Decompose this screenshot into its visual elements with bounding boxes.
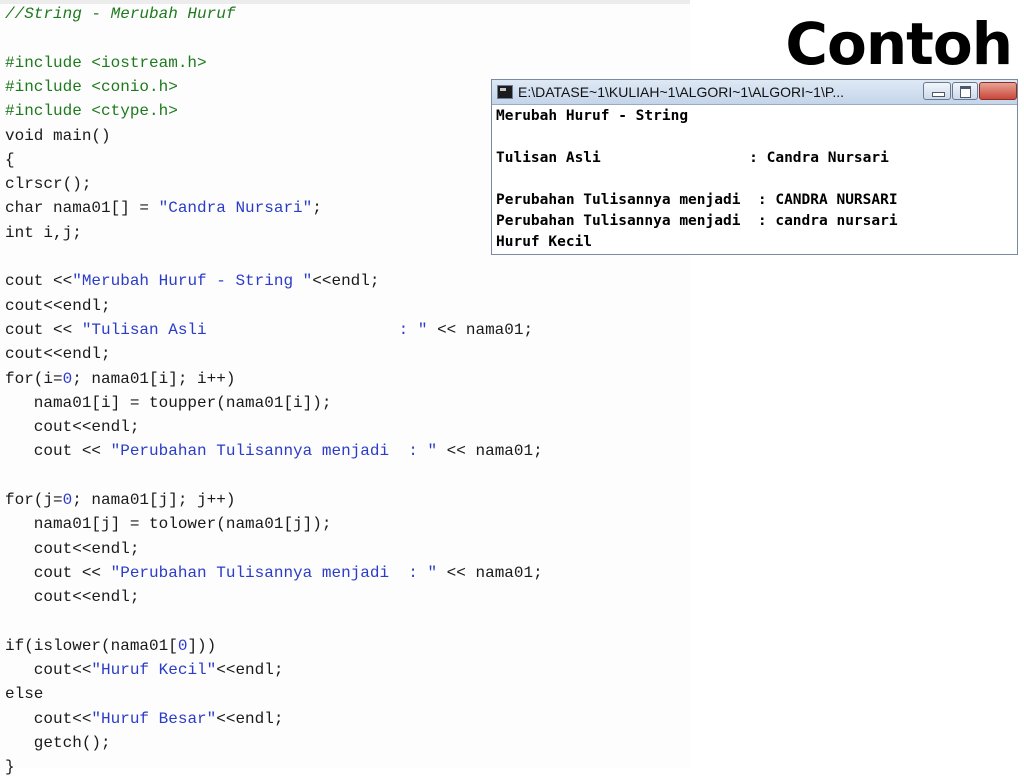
code-line: nama01[j] = tolower(nama01[j]);	[5, 512, 332, 536]
code-token: ; nama01[i]; i++)	[72, 369, 236, 388]
code-token: cout<<endl;	[5, 539, 140, 558]
code-token: cout <<	[5, 442, 111, 461]
console-window[interactable]: E:\DATASE~1\KULIAH~1\ALGORI~1\ALGORI~1\P…	[491, 79, 1018, 255]
slide-title: Contoh	[785, 10, 1013, 78]
code-token: 0	[177, 636, 188, 655]
console-line: Merubah Huruf - String	[496, 108, 689, 124]
code-token: <<endl;	[216, 661, 284, 680]
code-token: cout<<endl;	[5, 345, 111, 364]
code-token: nama01[i] = toupper(nama01[i]);	[5, 393, 332, 412]
code-token: << nama01;	[437, 442, 543, 461]
console-title-bar[interactable]: E:\DATASE~1\KULIAH~1\ALGORI~1\ALGORI~1\P…	[492, 80, 1017, 105]
code-token: cout<<endl;	[5, 296, 111, 315]
code-token: char nama01[] =	[5, 199, 159, 218]
code-line: cout<<"Huruf Kecil"<<endl;	[5, 658, 284, 682]
code-token: if(islower(nama01[	[5, 636, 178, 655]
code-token: for(j=	[5, 491, 63, 509]
code-line: if(islower(nama01[0]))	[5, 634, 216, 658]
close-button[interactable]	[979, 82, 1017, 100]
code-line: clrscr();	[5, 172, 91, 196]
code-line: cout<<"Huruf Besar"<<endl;	[5, 707, 284, 731]
code-token: cout<<	[5, 661, 92, 680]
code-line: cout<<endl;	[5, 415, 140, 439]
minimize-button[interactable]	[923, 82, 951, 100]
code-token: int i,j;	[5, 223, 82, 242]
code-token: ;	[312, 199, 322, 218]
maximize-button[interactable]	[952, 82, 978, 100]
code-token: 0	[62, 491, 73, 509]
code-token: clrscr();	[5, 175, 92, 194]
code-token: {	[5, 150, 15, 169]
code-line: int i,j;	[5, 221, 82, 245]
code-token: //String - Merubah Huruf	[5, 5, 236, 23]
code-line: nama01[i] = toupper(nama01[i]);	[5, 391, 332, 415]
code-token: nama01[j] = tolower(nama01[j]);	[5, 515, 332, 534]
code-token: 0	[62, 369, 73, 388]
code-token: ; nama01[j]; j++)	[72, 491, 236, 509]
code-line: }	[5, 755, 15, 779]
code-token: "Merubah Huruf - String "	[72, 272, 313, 291]
code-token: else	[5, 685, 44, 704]
code-token: cout <<	[5, 320, 82, 339]
code-token: for(i=	[5, 369, 63, 388]
code-token: "Huruf Besar"	[91, 709, 217, 728]
code-line: cout<<endl;	[5, 537, 140, 561]
code-token: "Candra Nursari"	[158, 199, 313, 218]
code-line: {	[5, 148, 15, 172]
code-token: }	[5, 758, 15, 777]
code-token: #include <conio.h>	[5, 77, 178, 96]
code-token: "Huruf Kecil"	[91, 661, 217, 680]
code-line: getch();	[5, 731, 111, 755]
code-token: "Perubahan Tulisannya menjadi : "	[110, 563, 438, 582]
minimize-icon	[932, 92, 945, 97]
maximize-icon	[960, 86, 971, 98]
code-line: #include <ctype.h>	[5, 99, 178, 123]
console-line: Huruf Kecil	[496, 234, 593, 250]
code-token: <<endl;	[312, 272, 380, 291]
code-token: cout<<endl;	[5, 418, 140, 437]
console-line: Perubahan Tulisannya menjadi : candra nu…	[496, 213, 898, 229]
code-line: cout <<"Merubah Huruf - String "<<endl;	[5, 269, 379, 293]
code-token: cout <<	[5, 272, 73, 291]
code-line: cout << "Perubahan Tulisannya menjadi : …	[5, 561, 543, 585]
code-line: for(j=0; nama01[j]; j++)	[5, 488, 235, 512]
code-token: cout <<	[5, 563, 111, 582]
code-line: cout << "Perubahan Tulisannya menjadi : …	[5, 439, 543, 463]
console-app-icon[interactable]	[497, 85, 513, 99]
code-token: << nama01;	[427, 320, 534, 339]
code-line: #include <iostream.h>	[5, 51, 207, 75]
console-line: Perubahan Tulisannya menjadi : CANDRA NU…	[496, 192, 898, 208]
code-line: void main()	[5, 124, 111, 148]
code-line: else	[5, 682, 43, 706]
code-token: << nama01;	[437, 563, 543, 582]
code-token: void main()	[5, 126, 111, 145]
code-line: #include <conio.h>	[5, 75, 178, 99]
code-token: "Tulisan Asli : "	[81, 320, 428, 339]
console-window-title: E:\DATASE~1\KULIAH~1\ALGORI~1\ALGORI~1\P…	[518, 84, 845, 100]
code-token: "Perubahan Tulisannya menjadi : "	[110, 442, 438, 461]
code-line: char nama01[] = "Candra Nursari";	[5, 196, 322, 220]
code-token: getch();	[5, 734, 111, 752]
code-token: #include <iostream.h>	[5, 53, 207, 72]
code-line: cout<<endl;	[5, 585, 140, 609]
code-token: ]))	[187, 636, 217, 655]
code-token: <<endl;	[216, 709, 284, 728]
code-line: cout<<endl;	[5, 342, 111, 366]
code-line: cout << "Tulisan Asli : " << nama01;	[5, 318, 533, 342]
code-line: cout<<endl;	[5, 294, 111, 318]
code-line: //String - Merubah Huruf	[5, 2, 235, 26]
code-token: cout<<endl;	[5, 588, 140, 607]
console-line: Tulisan Asli : Candra Nursari	[496, 150, 889, 166]
code-token: cout<<	[5, 709, 92, 728]
code-token: #include <ctype.h>	[5, 102, 178, 121]
code-line: for(i=0; nama01[i]; i++)	[5, 367, 235, 391]
